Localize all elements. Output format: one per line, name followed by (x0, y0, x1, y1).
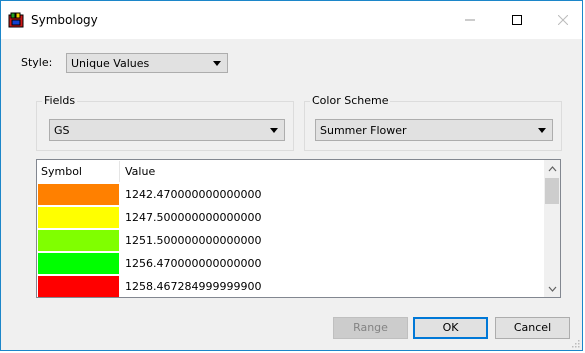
value-cell: 1247.500000000000000 (125, 211, 262, 224)
symbol-swatch[interactable] (38, 230, 119, 251)
scrollbar-thumb[interactable] (545, 178, 559, 204)
table-row[interactable]: 1242.470000000000000 (37, 183, 546, 206)
fields-group: Fields GS (36, 94, 294, 151)
color-scheme-dropdown[interactable]: Summer Flower (315, 119, 553, 141)
close-icon (558, 15, 568, 25)
vertical-scrollbar[interactable] (544, 160, 560, 297)
style-label: Style: (21, 56, 53, 69)
symbol-swatch[interactable] (38, 276, 119, 297)
table-row[interactable]: 1247.500000000000000 (37, 206, 546, 229)
color-scheme-dropdown-value: Summer Flower (320, 124, 407, 137)
value-cell: 1242.470000000000000 (125, 188, 262, 201)
symbol-swatch[interactable] (38, 253, 119, 274)
symbol-header-label: Symbol (41, 165, 82, 178)
value-cell: 1256.470000000000000 (125, 257, 262, 270)
fields-dropdown-value: GS (54, 124, 70, 137)
maximize-icon (512, 15, 522, 25)
maximize-button[interactable] (494, 1, 540, 39)
value-header-label: Value (125, 165, 156, 178)
chevron-down-icon (213, 61, 221, 66)
symbol-column-header[interactable]: Symbol (37, 161, 120, 182)
value-cell: 1251.500000000000000 (125, 234, 262, 247)
close-button[interactable] (540, 1, 585, 39)
style-dropdown[interactable]: Unique Values (66, 53, 228, 73)
color-scheme-group: Color Scheme Summer Flower (304, 94, 562, 151)
cancel-button[interactable]: Cancel (495, 317, 570, 339)
value-column-header[interactable]: Value (121, 161, 546, 182)
scroll-down-button[interactable] (544, 280, 560, 297)
range-button[interactable]: Range (333, 317, 408, 339)
app-icon (8, 12, 24, 28)
chevron-up-icon (548, 165, 556, 171)
table-row[interactable]: 1256.470000000000000 (37, 252, 546, 275)
table-row[interactable]: 1251.500000000000000 (37, 229, 546, 252)
resize-grip-icon[interactable] (572, 340, 580, 348)
chevron-down-icon (538, 128, 546, 133)
chevron-down-icon (548, 286, 556, 292)
ok-button[interactable]: OK (413, 317, 488, 339)
scroll-up-button[interactable] (544, 160, 560, 177)
symbology-dialog: Symbology Style: Unique Values Fields GS… (0, 0, 583, 351)
title-bar[interactable]: Symbology (1, 1, 582, 39)
minimize-button[interactable] (447, 1, 493, 39)
color-scheme-label: Color Scheme (310, 94, 391, 107)
fields-label: Fields (42, 94, 78, 107)
value-cell: 1258.467284999999900 (125, 280, 262, 293)
minimize-icon (465, 19, 475, 21)
style-dropdown-value: Unique Values (71, 57, 150, 70)
window-title: Symbology (31, 13, 98, 27)
table-row[interactable]: 1258.467284999999900 (37, 275, 546, 297)
symbol-swatch[interactable] (38, 184, 119, 205)
symbology-table[interactable]: Symbol Value 1242.470000000000000 1247.5… (36, 159, 561, 298)
fields-dropdown[interactable]: GS (49, 119, 285, 141)
symbol-swatch[interactable] (38, 207, 119, 228)
chevron-down-icon (270, 128, 278, 133)
